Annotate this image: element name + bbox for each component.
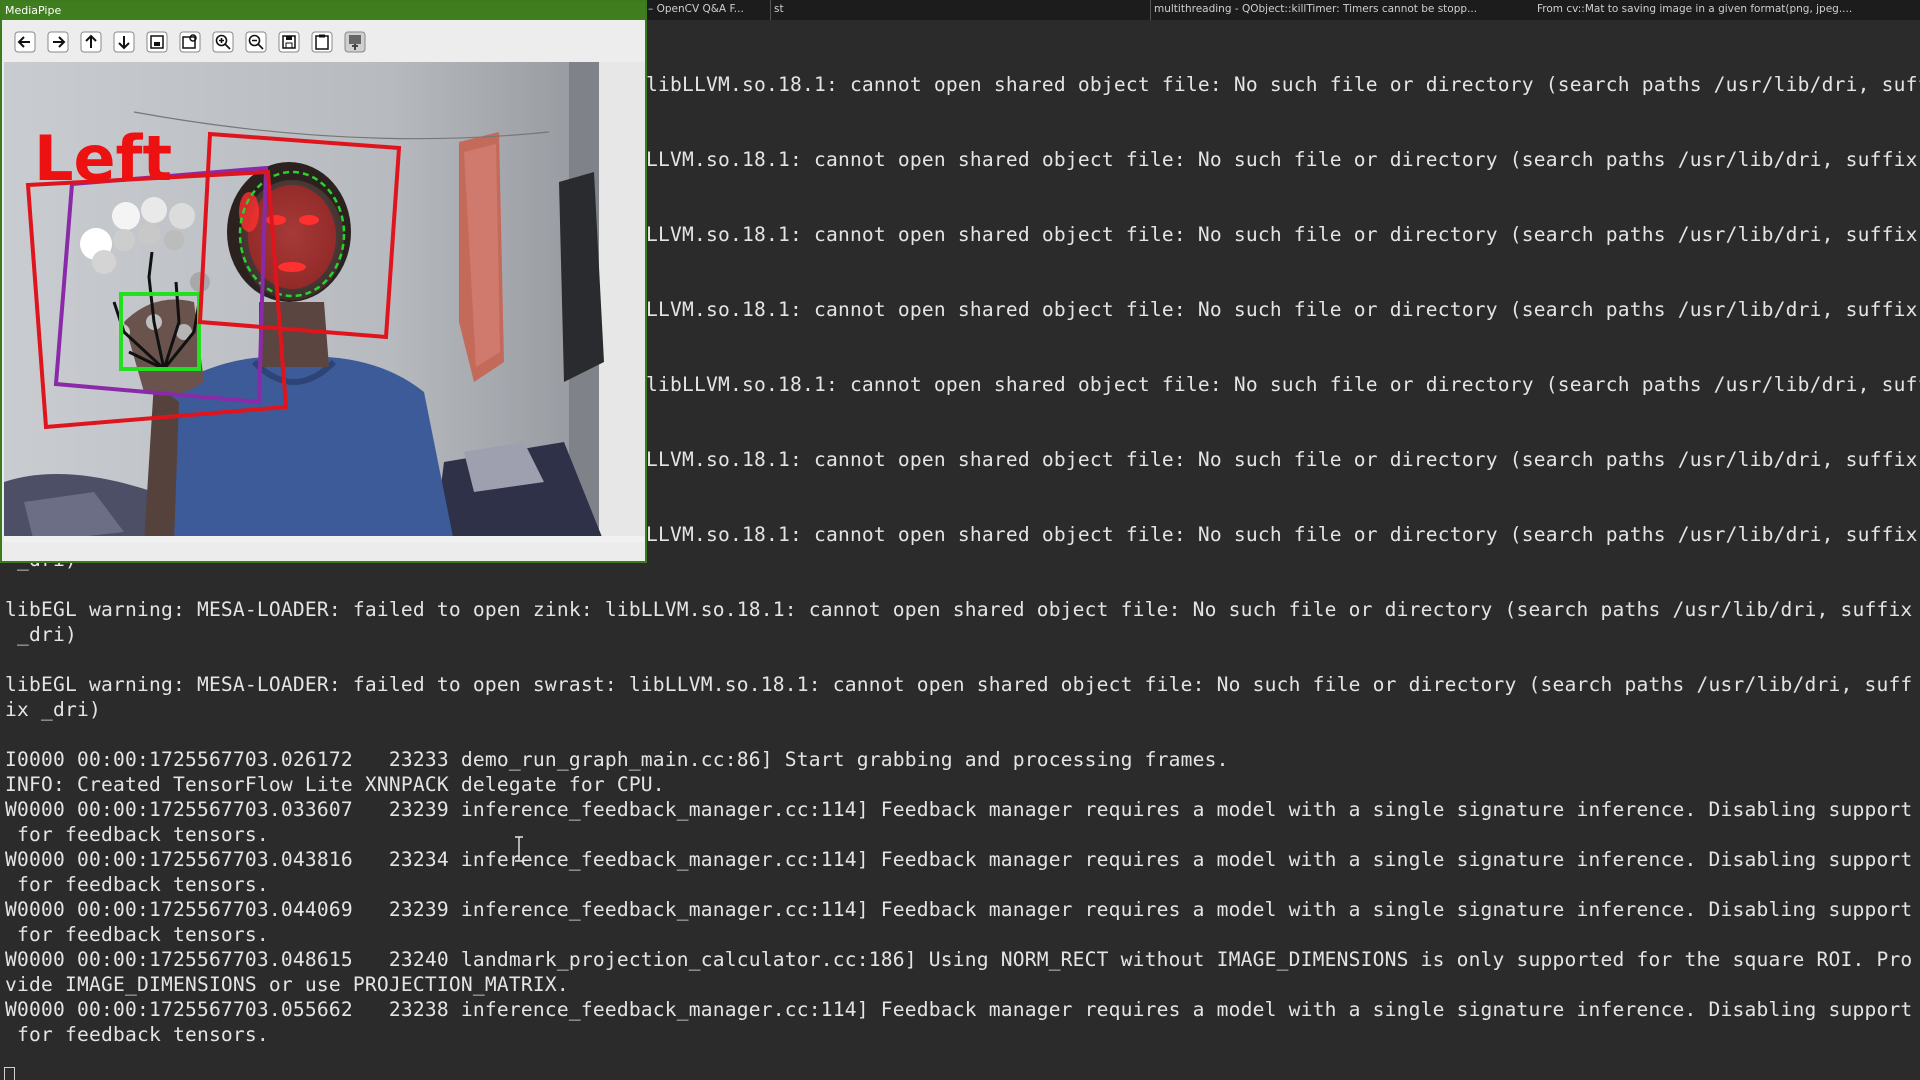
terminal-line: LLVM.so.18.1: cannot open shared object …: [646, 298, 1918, 321]
up-button[interactable]: [78, 30, 104, 54]
tab-cv-mat-saving[interactable]: From cv::Mat to saving image in a given …: [1537, 3, 1917, 15]
terminal-line: for feedback tensors.: [5, 823, 269, 846]
terminal-line: W0000 00:00:1725567703.055662 23238 infe…: [5, 998, 1913, 1021]
properties-button[interactable]: [342, 30, 368, 54]
properties-icon: [344, 31, 366, 53]
terminal-line: for feedback tensors.: [5, 873, 269, 896]
save-icon: [278, 31, 300, 53]
zoom-original-icon: [179, 31, 201, 53]
terminal-cursor: [4, 1067, 15, 1080]
zoom-fit-button[interactable]: [144, 30, 170, 54]
zoom-in-icon: [212, 31, 234, 53]
terminal-line: W0000 00:00:1725567703.043816 23234 infe…: [5, 848, 1913, 871]
forward-button[interactable]: [45, 30, 71, 54]
mediapipe-toolbar: [2, 20, 645, 62]
terminal-line: LLVM.so.18.1: cannot open shared object …: [646, 448, 1918, 471]
terminal-line: I0000 00:00:1725567703.026172 23233 demo…: [5, 748, 1229, 771]
camera-view[interactable]: Left: [4, 62, 645, 542]
terminal-line: for feedback tensors.: [5, 923, 269, 946]
tab-st[interactable]: st: [774, 3, 794, 15]
terminal-line: vide IMAGE_DIMENSIONS or use PROJECTION_…: [5, 973, 569, 996]
terminal-line: LLVM.so.18.1: cannot open shared object …: [646, 148, 1918, 171]
terminal-line: W0000 00:00:1725567703.044069 23239 infe…: [5, 898, 1913, 921]
tab-separator: [1150, 0, 1151, 20]
terminal-line: _dri): [5, 623, 77, 646]
terminal-line: libLLVM.so.18.1: cannot open shared obje…: [646, 373, 1920, 396]
arrow-down-icon: [113, 31, 135, 53]
zoom-out-icon: [245, 31, 267, 53]
zoom-fit-icon: [146, 31, 168, 53]
zoom-original-button[interactable]: [177, 30, 203, 54]
back-button[interactable]: [12, 30, 38, 54]
text-cursor-icon: [515, 836, 523, 862]
tab-separator: [770, 0, 771, 20]
copy-icon: [311, 31, 333, 53]
down-button[interactable]: [111, 30, 137, 54]
zoom-in-button[interactable]: [210, 30, 236, 54]
arrow-up-icon: [80, 31, 102, 53]
tab-opencv-qa[interactable]: – OpenCV Q&A F...: [648, 3, 768, 15]
terminal-line: libLLVM.so.18.1: cannot open shared obje…: [646, 73, 1920, 96]
camera-frame-image: Left: [4, 62, 645, 542]
terminal-line: ix _dri): [5, 698, 101, 721]
terminal-line: W0000 00:00:1725567703.048615 23240 land…: [5, 948, 1913, 971]
mediapipe-window-title[interactable]: MediaPipe: [2, 2, 645, 20]
copy-button[interactable]: [309, 30, 335, 54]
save-button[interactable]: [276, 30, 302, 54]
terminal-line: INFO: Created TensorFlow Lite XNNPACK de…: [5, 773, 665, 796]
terminal-line: LLVM.so.18.1: cannot open shared object …: [646, 223, 1918, 246]
mediapipe-status-bar: [2, 542, 645, 561]
tab-multithreading[interactable]: multithreading - QObject::killTimer: Tim…: [1154, 3, 1534, 15]
zoom-out-button[interactable]: [243, 30, 269, 54]
terminal-line: libEGL warning: MESA-LOADER: failed to o…: [5, 598, 1913, 621]
terminal-line: LLVM.so.18.1: cannot open shared object …: [646, 523, 1918, 546]
arrow-left-icon: [14, 31, 36, 53]
terminal-line: libEGL warning: MESA-LOADER: failed to o…: [5, 673, 1913, 696]
terminal-line: W0000 00:00:1725567703.033607 23239 infe…: [5, 798, 1913, 821]
arrow-right-icon: [47, 31, 69, 53]
hand-label: Left: [34, 122, 172, 195]
terminal-line: for feedback tensors.: [5, 1023, 269, 1046]
mediapipe-window[interactable]: MediaPipe Left: [0, 0, 647, 563]
